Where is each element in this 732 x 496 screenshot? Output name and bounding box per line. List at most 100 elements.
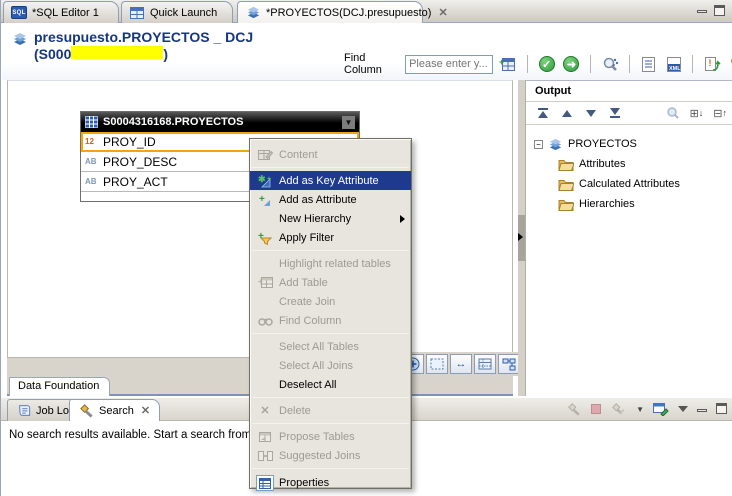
properties-icon: [255, 475, 275, 491]
svg-text:+: +: [258, 277, 263, 286]
propose-tables-icon: [255, 429, 275, 445]
text-type-icon: AB: [85, 157, 98, 166]
check-integrity-icon[interactable]: !: [702, 54, 722, 75]
tab-search[interactable]: Search ✕: [69, 399, 160, 421]
tab-proyectos[interactable]: *PROYECTOS(DCJ.presupuesto) ✕: [237, 1, 423, 23]
expand-all-icon[interactable]: ⊞↓: [690, 107, 704, 120]
no-icon: [255, 358, 275, 374]
folder-icon: [558, 158, 574, 171]
detect-icon[interactable]: [600, 54, 620, 75]
bottom-panel-toolbar: ▼: [566, 402, 727, 416]
filter-search-icon[interactable]: [665, 106, 680, 120]
menu-item-apply-filter[interactable]: + Apply Filter: [250, 228, 411, 247]
menu-separator: [252, 250, 409, 251]
auto-layout-icon[interactable]: [498, 354, 520, 374]
menu-separator: [252, 167, 409, 168]
title-line1: presupuesto.PROYECTOS _ DCJ: [34, 29, 253, 45]
svg-text:XML: XML: [669, 66, 681, 72]
tab-data-foundation[interactable]: Data Foundation: [9, 377, 110, 396]
pin-search-icon[interactable]: [653, 402, 669, 416]
fit-width-icon[interactable]: ↔: [450, 354, 472, 374]
maximize-panel-icon[interactable]: [716, 403, 727, 414]
column-name: PROY_ACT: [103, 175, 168, 189]
tree-node-proyectos[interactable]: − PROYECTOS: [534, 134, 732, 154]
svg-text:+: +: [259, 194, 265, 205]
context-menu: Content ✱+ Add as Key Attribute + Add as…: [249, 138, 412, 489]
tree-node-hierarchies[interactable]: Hierarchies: [558, 194, 732, 214]
go-up-icon[interactable]: [560, 110, 574, 117]
go-first-icon[interactable]: [536, 108, 550, 118]
db-table-title: S0004316168.PROYECTOS: [103, 116, 243, 128]
stop-search-icon[interactable]: [591, 404, 601, 414]
title-line2-open: (S000: [34, 46, 71, 62]
delete-icon: ✕: [255, 403, 275, 419]
flashlight-icon: [79, 403, 94, 418]
menu-item-new-hierarchy[interactable]: New Hierarchy: [250, 209, 411, 228]
output-panel: Output ⊞↓ ⊟↑ − PROYECTOS: [525, 80, 732, 396]
validate-icon[interactable]: ✓: [537, 54, 557, 75]
splitter-collapse-icon[interactable]: [518, 233, 523, 241]
numeric-type-icon: 12: [85, 137, 98, 146]
editor-tabbar: SQL *SQL Editor 1 Quick Launch *PROYECTO…: [1, 0, 732, 23]
menu-item-create-join: Create Join: [250, 292, 411, 311]
tree-node-calculated-attributes[interactable]: Calculated Attributes: [558, 174, 732, 194]
output-tree: − PROYECTOS Attributes Calculated Attrib…: [526, 125, 732, 214]
folder-icon: [558, 178, 574, 191]
insert-column-icon[interactable]: +: [498, 54, 518, 75]
no-icon: [255, 256, 275, 272]
output-panel-title: Output: [526, 81, 732, 102]
minimize-panel-icon[interactable]: [697, 409, 707, 412]
show-values-icon[interactable]: [639, 54, 659, 75]
grid-view-icon[interactable]: [474, 354, 496, 374]
find-column-label: Find Column: [344, 52, 400, 76]
collapse-node-icon[interactable]: −: [534, 140, 543, 149]
new-search-icon[interactable]: [566, 402, 582, 416]
menu-item-add-as-key-attribute[interactable]: ✱+ Add as Key Attribute: [250, 171, 411, 190]
db-table-header[interactable]: S0004316168.PROYECTOS ▼: [81, 112, 359, 132]
tree-node-label: Attributes: [579, 158, 625, 170]
fit-view-icon[interactable]: [426, 354, 448, 374]
close-tab-icon[interactable]: ✕: [141, 404, 150, 417]
collapse-all-icon[interactable]: ⊟↑: [713, 107, 727, 120]
minimize-editor-icon[interactable]: [697, 10, 707, 13]
menu-item-deselect-all[interactable]: Deselect All: [250, 375, 411, 394]
profiling-icon[interactable]: [727, 54, 732, 75]
maximize-editor-icon[interactable]: [714, 5, 725, 16]
menu-item-properties[interactable]: Properties: [250, 472, 411, 494]
tab-label: Quick Launch: [150, 7, 217, 19]
svg-text:+: +: [499, 57, 504, 67]
run-icon[interactable]: ➜: [562, 54, 582, 75]
add-table-icon: +: [255, 275, 275, 291]
xml-view-icon[interactable]: XML: [664, 54, 684, 75]
vertical-splitter[interactable]: [518, 80, 525, 396]
tab-label: Search: [99, 405, 134, 417]
search-history-dropdown-icon[interactable]: ▼: [636, 405, 644, 414]
table-dropdown-icon[interactable]: ▼: [342, 116, 355, 129]
svg-text:+: +: [267, 176, 271, 183]
text-type-icon: AB: [85, 177, 98, 186]
menu-item-propose-tables: Propose Tables: [250, 427, 411, 446]
attribute-icon: +: [255, 192, 275, 208]
menu-item-delete: ✕ Delete: [250, 401, 411, 420]
find-column-input[interactable]: [405, 55, 493, 74]
repeat-search-icon[interactable]: [610, 402, 626, 416]
menu-item-suggested-joins: Suggested Joins: [250, 446, 411, 465]
menu-item-select-all-joins: Select All Joins: [250, 356, 411, 375]
tab-sql-editor[interactable]: SQL *SQL Editor 1: [3, 1, 119, 23]
view-menu-icon[interactable]: [678, 406, 688, 412]
menu-item-add-as-attribute[interactable]: + Add as Attribute: [250, 190, 411, 209]
menu-item-content: Content: [250, 145, 411, 164]
column-name: PROY_DESC: [103, 155, 177, 169]
menu-separator: [252, 423, 409, 424]
go-down-icon[interactable]: [584, 110, 598, 117]
svg-text:!: !: [708, 58, 711, 68]
page-title: presupuesto.PROYECTOS _ DCJ (S000): [34, 29, 253, 63]
tree-node-attributes[interactable]: Attributes: [558, 154, 732, 174]
tab-quick-launch[interactable]: Quick Launch: [121, 1, 233, 23]
tree-node-label: PROYECTOS: [568, 138, 637, 150]
table-icon: [85, 116, 98, 128]
search-status-message: No search results available. Start a sea…: [9, 429, 264, 441]
close-tab-icon[interactable]: ✕: [438, 6, 447, 19]
tree-node-label: Hierarchies: [579, 198, 635, 210]
go-last-icon[interactable]: [608, 108, 622, 118]
